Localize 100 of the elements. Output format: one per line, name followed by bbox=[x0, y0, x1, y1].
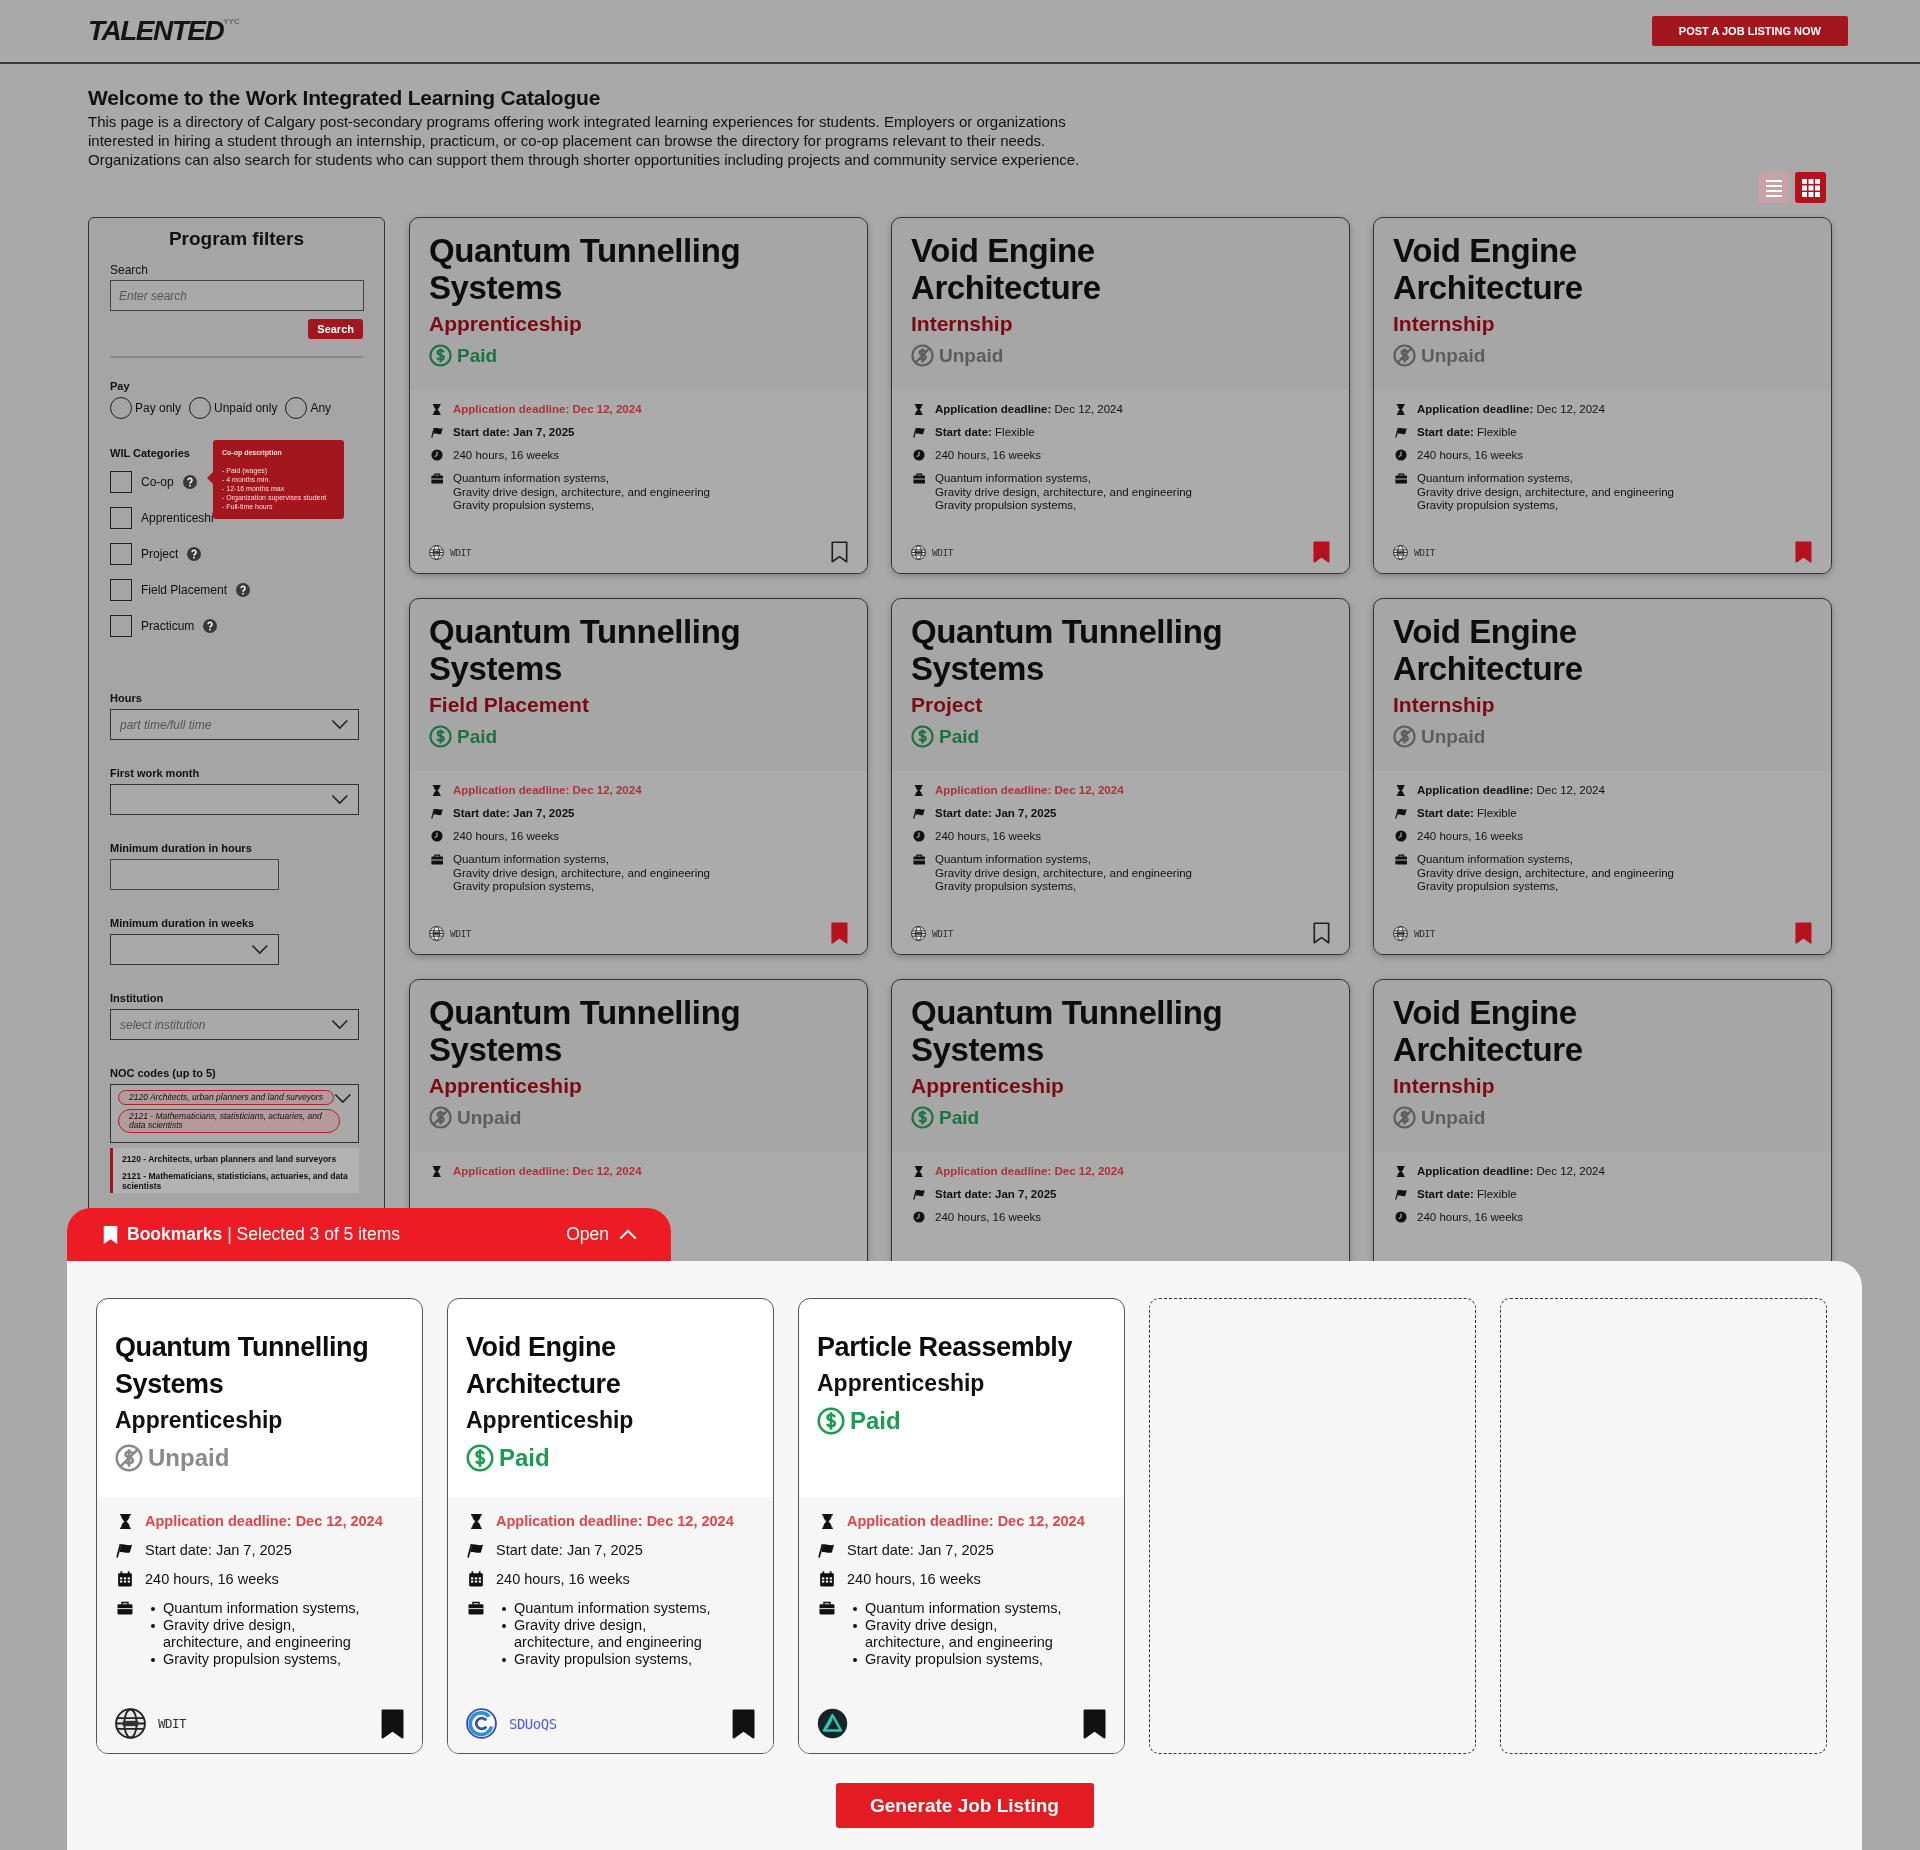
institution-name: WDIT bbox=[932, 546, 953, 558]
duration-text: 240 hours, 16 weeks bbox=[847, 1571, 981, 1587]
dropdown[interactable] bbox=[110, 934, 279, 965]
skill-text: Quantum information systems, bbox=[514, 1600, 712, 1617]
checkbox[interactable] bbox=[110, 507, 132, 529]
no-dollar-icon bbox=[1393, 725, 1416, 748]
help-icon[interactable] bbox=[182, 475, 197, 489]
help-icon[interactable] bbox=[187, 547, 202, 561]
search-button[interactable]: Search bbox=[308, 319, 363, 339]
pay-status: Unpaid bbox=[1421, 344, 1486, 367]
help-icon[interactable] bbox=[203, 619, 218, 633]
bookmark-icon[interactable] bbox=[380, 1708, 404, 1739]
briefcase-icon bbox=[1394, 473, 1408, 484]
field-label: Minimum duration in hours bbox=[110, 842, 252, 854]
radio-label: Pay only bbox=[135, 401, 182, 415]
skill-text: Quantum information systems, bbox=[1417, 853, 1573, 867]
generate-button[interactable]: Generate Job Listing bbox=[835, 1783, 1094, 1828]
chevron-down-icon bbox=[251, 944, 269, 955]
search-field[interactable]: Enter search bbox=[110, 280, 364, 311]
bullet-icon bbox=[853, 1658, 857, 1662]
pay-status: Paid bbox=[457, 344, 498, 367]
skill-text: Gravity propulsion systems, bbox=[453, 880, 595, 894]
dollar-icon bbox=[429, 725, 452, 748]
program-title: Quantum Tunnelling Systems bbox=[429, 613, 742, 687]
flag-icon bbox=[430, 426, 444, 438]
bookmark-icon[interactable] bbox=[1082, 1708, 1106, 1739]
institution-name: WDIT bbox=[932, 927, 953, 939]
dropdown-option[interactable]: 2121 - Mathematicians, statisticians, actuaries, and data scientists bbox=[122, 1171, 350, 1191]
hourglass-icon bbox=[432, 1165, 442, 1177]
selected-chip[interactable]: 2120 Architects, urban planners and land surveyors bbox=[118, 1090, 334, 1105]
list-icon bbox=[1763, 177, 1784, 198]
field-label: Minimum duration in weeks bbox=[110, 917, 255, 929]
bookmark-icon[interactable] bbox=[831, 541, 848, 563]
program-category: Apprenticeship bbox=[911, 1074, 1065, 1098]
bookmark-icon[interactable] bbox=[1313, 922, 1330, 944]
field-label: NOC codes (up to 5) bbox=[110, 1067, 216, 1079]
no-dollar-icon bbox=[1393, 344, 1416, 367]
start-date-text: Start date: Flexible bbox=[1417, 1188, 1517, 1200]
start-date-text: Start date: Jan 7, 2025 bbox=[847, 1542, 994, 1558]
bullet-icon bbox=[853, 1624, 857, 1628]
briefcase-icon bbox=[430, 854, 444, 865]
start-date-text: Start date: Flexible bbox=[1417, 426, 1517, 438]
open-button[interactable]: Open bbox=[566, 1224, 637, 1245]
skill-text: Quantum information systems, bbox=[453, 853, 609, 867]
grid-view-button[interactable] bbox=[1795, 172, 1826, 203]
post-job-button[interactable]: POST A JOB LISTING NOW bbox=[1651, 16, 1848, 46]
help-icon[interactable] bbox=[236, 583, 251, 597]
multi-select[interactable]: 2120 Architects, urban planners and land surveyors 2121 - Mathematicians, statisticians, actuaries, and data scientists bbox=[110, 1084, 359, 1143]
skill-text: Gravity propulsion systems, bbox=[1417, 880, 1559, 894]
bookmarks-summary: Bookmarks | Selected 3 of 5 items bbox=[127, 1224, 401, 1245]
duration-text: 240 hours, 16 weeks bbox=[1417, 1211, 1524, 1223]
intro-text: This page is a directory of Calgary post-secondary programs offering work integrated learning experiences for students. Employers or organizations interested in hiring a student through an internship, practicum, or co-op placement can browse the directory for programs relevant to their needs. Organizations can also search for students who can support them through shorter opportunities including projects and community service experience. bbox=[88, 112, 1081, 169]
checkbox-label: Apprenticeshi bbox=[141, 511, 214, 525]
hourglass-icon bbox=[914, 1165, 924, 1177]
pay-status: Unpaid bbox=[939, 344, 1004, 367]
selected-chip[interactable]: 2121 - Mathematicians, statisticians, actuaries, and data scientists bbox=[118, 1109, 340, 1133]
skill-text: Gravity propulsion systems, bbox=[163, 1651, 343, 1668]
bookmark-icon bbox=[103, 1224, 118, 1245]
pay-status: Paid bbox=[499, 1444, 550, 1472]
no-dollar-icon bbox=[911, 344, 934, 367]
skill-text: Quantum information systems, bbox=[1417, 472, 1573, 486]
flag-icon bbox=[912, 807, 926, 819]
no-dollar-icon bbox=[1393, 1106, 1416, 1129]
deadline-text: Application deadline: Dec 12, 2024 bbox=[935, 403, 1123, 415]
deadline-text: Application deadline: Dec 12, 2024 bbox=[453, 1165, 642, 1177]
dropdown-option[interactable]: 2120 - Architects, urban planners and land surveyors bbox=[122, 1154, 350, 1164]
flag-icon bbox=[912, 426, 926, 438]
pay-status: Unpaid bbox=[457, 1106, 522, 1129]
field-label: Hours bbox=[110, 692, 142, 704]
skill-text: Gravity drive design, architecture, and engineering bbox=[163, 1617, 352, 1651]
dollar-icon bbox=[911, 725, 934, 748]
pay-status: Paid bbox=[850, 1407, 901, 1435]
start-date-text: Start date: Flexible bbox=[935, 426, 1035, 438]
checkbox[interactable] bbox=[110, 615, 132, 637]
checkbox[interactable] bbox=[110, 579, 132, 601]
skill-text: Gravity propulsion systems, bbox=[865, 1651, 1045, 1668]
flag-icon bbox=[467, 1542, 485, 1558]
program-category: Apprenticeship bbox=[466, 1407, 635, 1434]
checkbox-label: Practicum bbox=[141, 619, 195, 633]
hourglass-icon bbox=[1396, 403, 1406, 415]
number-field[interactable] bbox=[110, 859, 279, 890]
duration-text: 240 hours, 16 weeks bbox=[935, 1211, 1042, 1223]
clock-icon bbox=[913, 830, 925, 842]
deadline-text: Application deadline: Dec 12, 2024 bbox=[496, 1513, 734, 1529]
panel-title: Program filters bbox=[167, 228, 306, 250]
duration-text: 240 hours, 16 weeks bbox=[453, 449, 560, 461]
field-label: WIL Categories bbox=[110, 447, 190, 459]
dropdown[interactable] bbox=[110, 784, 359, 815]
bullet-icon bbox=[502, 1624, 506, 1628]
pay-status: Paid bbox=[939, 1106, 980, 1129]
duration-text: 240 hours, 16 weeks bbox=[1417, 830, 1524, 842]
checkbox[interactable] bbox=[110, 543, 132, 565]
checkbox[interactable] bbox=[110, 471, 132, 493]
bullet-icon bbox=[151, 1607, 155, 1611]
hourglass-icon bbox=[432, 784, 442, 796]
program-category: Apprenticeship bbox=[429, 312, 583, 336]
calendar-icon bbox=[117, 1571, 133, 1587]
program-category: Internship bbox=[1393, 693, 1496, 717]
deadline-text: Application deadline: Dec 12, 2024 bbox=[1417, 1165, 1605, 1177]
bookmark-icon[interactable] bbox=[731, 1708, 755, 1739]
